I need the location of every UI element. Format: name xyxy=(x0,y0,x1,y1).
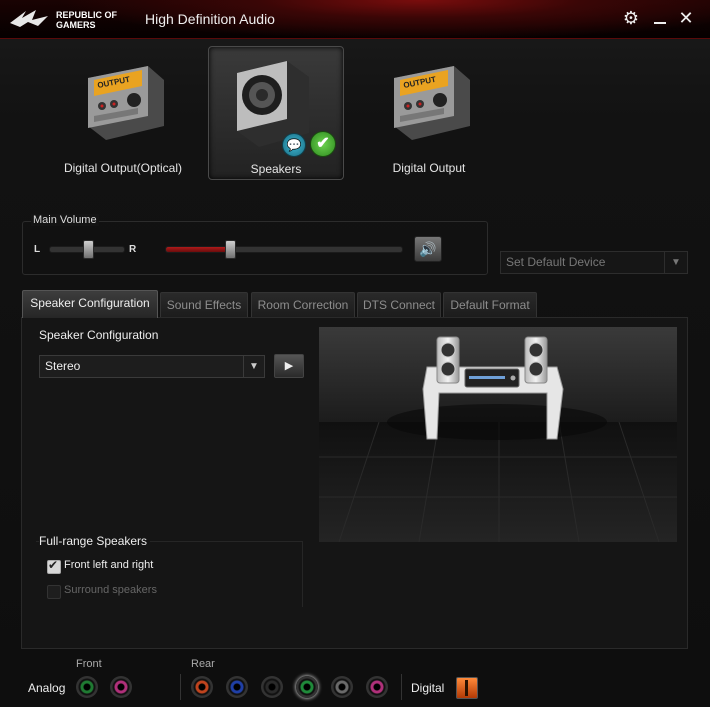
default-check-icon: ✔ xyxy=(310,131,336,157)
tab-dts-connect[interactable]: DTS Connect xyxy=(357,292,441,317)
speaker-volume-icon: 🔊 xyxy=(419,241,437,257)
balance-slider-thumb[interactable] xyxy=(83,240,94,259)
speaker-configuration-value: Stereo xyxy=(45,359,81,373)
close-button[interactable]: ✕ xyxy=(676,8,696,28)
front-left-right-label: Front left and right xyxy=(64,559,154,571)
play-icon: ▶ xyxy=(284,360,294,372)
jack-divider xyxy=(401,674,402,700)
rear-jack-black[interactable] xyxy=(261,676,283,698)
balance-right-label: R xyxy=(129,244,137,255)
digital-spdif-icon[interactable] xyxy=(456,677,478,699)
speaker-room-illustration xyxy=(319,327,677,542)
main-volume-label: Main Volume xyxy=(31,214,99,226)
rear-jack-green[interactable] xyxy=(296,676,318,698)
mute-button[interactable]: 🔊 xyxy=(414,236,442,262)
svg-text:GAMERS: GAMERS xyxy=(56,20,96,30)
device-label: Digital Output(Optical) xyxy=(63,161,183,175)
gear-icon[interactable]: ⚙ xyxy=(621,8,641,28)
tab-sound-effects[interactable]: Sound Effects xyxy=(160,292,248,317)
tab-speaker-configuration[interactable]: Speaker Configuration xyxy=(22,290,158,318)
title-bar: REPUBLIC OF GAMERS High Definition Audio… xyxy=(0,0,710,39)
device-label: Digital Output xyxy=(392,161,466,175)
rear-jack-gray[interactable] xyxy=(331,676,353,698)
tab-default-format[interactable]: Default Format xyxy=(443,292,537,317)
digital-output-device-icon: OUTPUT xyxy=(88,66,164,140)
chevron-down-icon: ▼ xyxy=(243,356,264,377)
chevron-down-icon: ▼ xyxy=(664,252,687,273)
surround-speakers-checkbox[interactable] xyxy=(47,585,61,599)
svg-text:REPUBLIC OF: REPUBLIC OF xyxy=(56,10,118,20)
play-test-button[interactable]: ▶ xyxy=(274,354,304,378)
set-default-device-dropdown[interactable]: Set Default Device ▼ xyxy=(500,251,688,274)
rear-jack-blue[interactable] xyxy=(226,676,248,698)
front-jacks-label: Front xyxy=(76,658,102,670)
speaker-preview xyxy=(319,327,677,542)
audio-manager-window: REPUBLIC OF GAMERS High Definition Audio… xyxy=(0,0,710,707)
minimize-icon xyxy=(654,22,666,24)
front-jack-pink[interactable] xyxy=(110,676,132,698)
window-title: High Definition Audio xyxy=(145,11,275,27)
speaker-configuration-select[interactable]: Stereo ▼ xyxy=(39,355,265,378)
speaker-configuration-label: Speaker Configuration xyxy=(39,328,159,342)
device-speakers[interactable]: 💬 ✔ Speakers xyxy=(208,46,344,180)
chat-badge-icon: 💬 xyxy=(282,133,306,157)
volume-slider[interactable] xyxy=(165,246,403,253)
analog-label: Analog xyxy=(28,681,66,695)
tab-room-correction[interactable]: Room Correction xyxy=(251,292,355,317)
device-digital-output-optical[interactable]: OUTPUT Digital Output(Optical) xyxy=(56,46,190,178)
surround-speakers-label: Surround speakers xyxy=(64,584,157,596)
digital-output-device-icon: OUTPUT xyxy=(394,66,470,140)
digital-label: Digital xyxy=(411,681,445,695)
rear-jack-orange[interactable] xyxy=(191,676,213,698)
full-range-group xyxy=(36,541,303,607)
front-left-right-checkbox[interactable] xyxy=(47,558,61,574)
volume-fill xyxy=(166,247,230,252)
default-device-label: Set Default Device xyxy=(506,255,606,269)
rear-jacks-label: Rear xyxy=(191,658,215,670)
minimize-button[interactable] xyxy=(650,8,670,28)
full-range-speakers-label: Full-range Speakers xyxy=(39,534,151,548)
device-label: Speakers xyxy=(250,162,302,176)
balance-left-label: L xyxy=(34,244,41,255)
front-jack-green[interactable] xyxy=(76,676,98,698)
rear-jack-pink[interactable] xyxy=(366,676,388,698)
device-digital-output[interactable]: OUTPUT Digital Output xyxy=(362,46,496,178)
volume-slider-thumb[interactable] xyxy=(225,240,236,259)
rog-logo: REPUBLIC OF GAMERS xyxy=(8,6,136,32)
jack-divider xyxy=(180,674,181,700)
speaker-device-icon xyxy=(237,61,309,147)
